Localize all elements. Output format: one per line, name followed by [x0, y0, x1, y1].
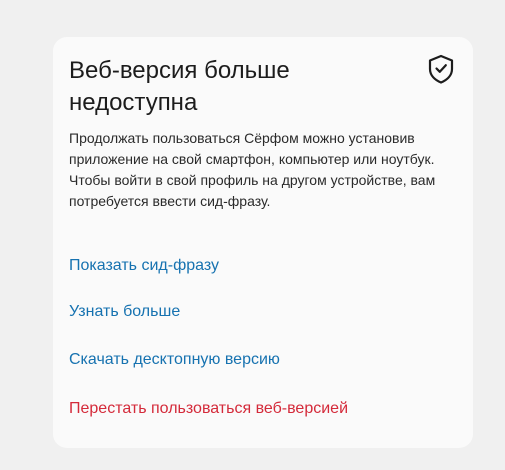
card-description: Продолжать пользоваться Сёрфом можно уст…	[69, 130, 436, 209]
shield-check-icon	[428, 54, 454, 84]
web-version-unavailable-card: Веб-версия больше недоступна Продолжать …	[53, 37, 473, 448]
download-desktop-link[interactable]: Скачать десктопную версию	[69, 349, 280, 371]
stop-using-web-version-link[interactable]: Перестать пользоваться веб-версией	[69, 398, 348, 420]
learn-more-link[interactable]: Узнать больше	[69, 301, 180, 323]
show-seed-phrase-link[interactable]: Показать сид-фразу	[69, 255, 219, 277]
card-title: Веб-версия больше недоступна	[69, 57, 290, 116]
